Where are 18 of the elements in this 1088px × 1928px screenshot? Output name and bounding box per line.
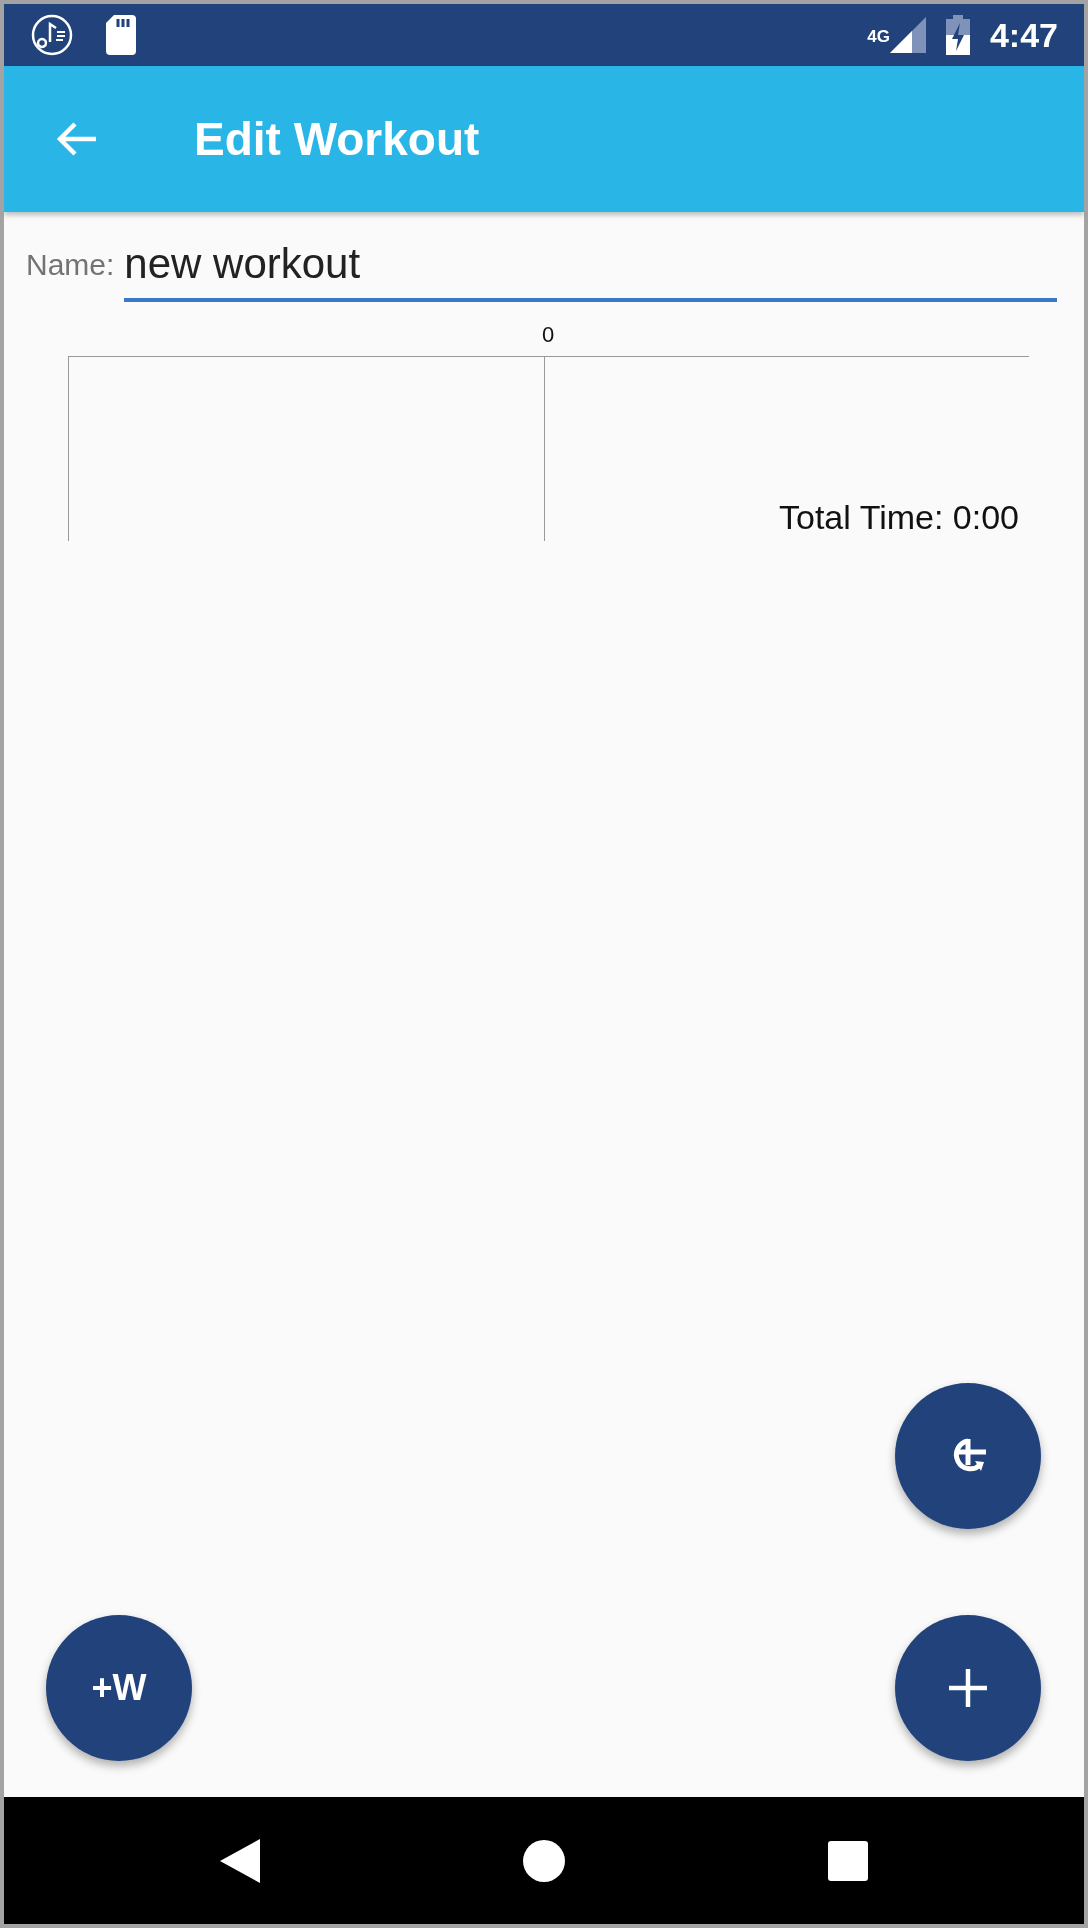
network-type: 4G — [867, 27, 890, 47]
plus-icon — [949, 1669, 987, 1707]
home-circle-icon[interactable] — [522, 1838, 566, 1883]
screen-title: Edit Workout — [194, 112, 480, 166]
add-repeat-button[interactable] — [895, 1383, 1041, 1529]
music-note-icon — [30, 13, 74, 57]
total-time: Total Time: 0:00 — [779, 498, 1019, 537]
signal-icon — [889, 17, 926, 53]
add-workout-button[interactable]: +W — [46, 1615, 192, 1761]
add-button[interactable] — [895, 1615, 1041, 1761]
battery-icon — [945, 15, 970, 55]
back-triangle-icon[interactable] — [220, 1838, 260, 1883]
sd-card-icon — [106, 15, 136, 55]
name-input-field[interactable]: new workout — [124, 240, 1057, 302]
name-label: Name: — [26, 248, 115, 283]
axis-tick-label: 0 — [540, 322, 556, 348]
clock: 4:47 — [989, 15, 1058, 55]
recents-square-icon[interactable] — [828, 1840, 868, 1881]
